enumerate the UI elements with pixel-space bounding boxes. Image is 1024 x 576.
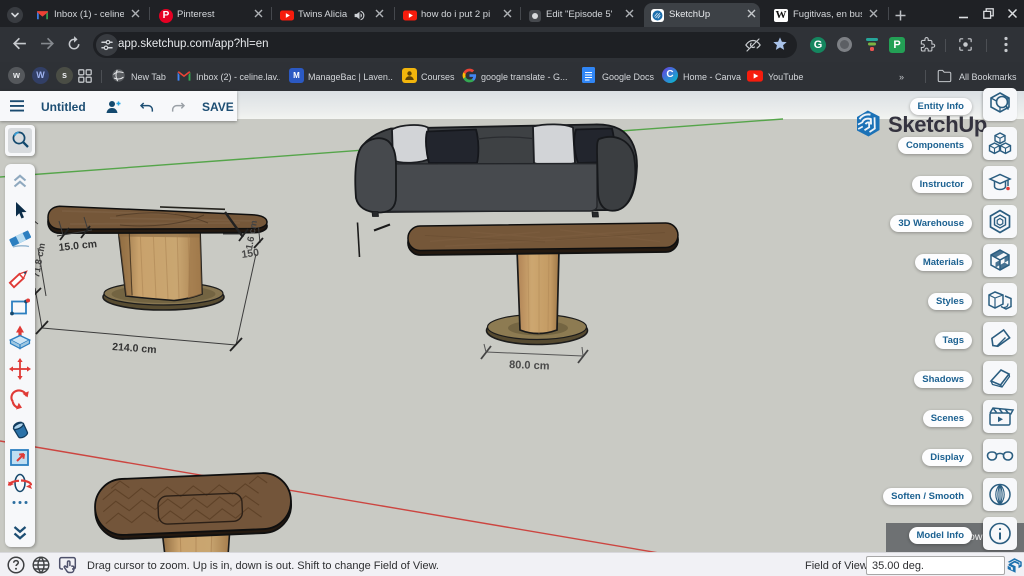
svg-text:15.0 cm: 15.0 cm — [58, 238, 98, 254]
svg-text:150: 150 — [241, 247, 260, 261]
svg-text:214.0 cm: 214.0 cm — [112, 341, 157, 356]
svg-text:80.0 cm: 80.0 cm — [509, 359, 550, 372]
